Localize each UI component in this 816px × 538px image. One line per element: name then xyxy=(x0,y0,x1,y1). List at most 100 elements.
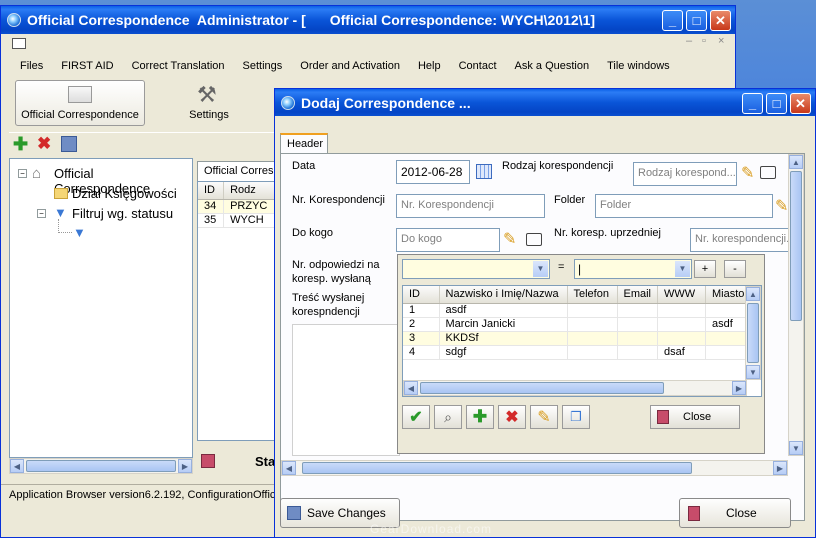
scroll-left-icon[interactable]: ◀ xyxy=(404,381,418,395)
folder-edit-pencil-icon[interactable]: ✎ xyxy=(775,196,788,216)
main-titlebar[interactable]: Official Correspondence Administrator - … xyxy=(1,6,735,34)
tresc-textarea[interactable] xyxy=(292,324,400,456)
filter-add-button[interactable]: + xyxy=(694,260,716,278)
tree-expander-filter[interactable]: − xyxy=(37,209,46,218)
maximize-button[interactable]: □ xyxy=(686,10,707,31)
col-id[interactable]: ID xyxy=(403,286,440,304)
tree-hscroll[interactable]: ◀ ▶ xyxy=(9,458,193,474)
calendar-icon[interactable] xyxy=(476,164,492,179)
col-id[interactable]: ID xyxy=(198,182,225,200)
rodzaj-field[interactable]: Rodzaj korespond... xyxy=(633,162,737,186)
dialog-close-footer-button[interactable]: Close xyxy=(679,498,791,528)
nr-koresp-field[interactable]: Nr. Korespondencji xyxy=(396,194,545,218)
delete-icon[interactable]: ✖ xyxy=(37,134,51,154)
cell-id: 1 xyxy=(403,303,440,318)
dialog-minimize-button[interactable]: _ xyxy=(742,93,763,114)
dialog-close-button[interactable]: ✕ xyxy=(790,93,811,114)
col-nazwisko[interactable]: Nazwisko i Imię/Nazwa xyxy=(439,286,568,304)
tree-scroll-left-icon[interactable]: ◀ xyxy=(10,459,24,473)
add-contact-button[interactable]: ✚ xyxy=(466,405,494,429)
tree-panel: − ⌂ Official Correspondence Dział Księgo… xyxy=(9,158,193,458)
copy-contact-button[interactable]: ❐ xyxy=(562,405,590,429)
exit-door-icon xyxy=(657,410,669,424)
dialog-scroll-left-icon[interactable]: ◀ xyxy=(282,461,296,475)
tree-item-filter[interactable]: Filtruj wg. statusu xyxy=(72,206,173,221)
label-folder: Folder xyxy=(554,194,586,206)
col-rodz[interactable]: Rodz xyxy=(223,182,276,200)
table-row[interactable]: 1 asdf xyxy=(403,303,752,318)
menu-first-aid[interactable]: FIRST AID xyxy=(52,56,122,76)
col-email[interactable]: Email xyxy=(617,286,659,304)
dodaj-dialog: Dodaj Correspondence ... _ □ ✕ Header Da… xyxy=(274,88,816,538)
official-correspondence-toolbar-button[interactable]: Official Correspondence xyxy=(15,80,145,126)
dialog-vscroll-thumb[interactable] xyxy=(790,171,802,321)
popup-close-button[interactable]: Close xyxy=(650,405,740,429)
dialog-hscroll-thumb[interactable] xyxy=(302,462,692,474)
menu-correct-translation[interactable]: Correct Translation xyxy=(123,56,234,76)
rodzaj-clear-icon[interactable] xyxy=(760,166,776,179)
table-row[interactable]: 34 PRZYC xyxy=(198,199,276,214)
cell-nazwisko: KKDSf xyxy=(439,331,568,346)
scroll-up-icon[interactable]: ▲ xyxy=(746,287,760,301)
confirm-button[interactable]: ✔ xyxy=(402,405,430,429)
table-row[interactable]: 2 Marcin Janicki asdf xyxy=(403,317,752,332)
col-telefon[interactable]: Telefon xyxy=(567,286,618,304)
add-icon[interactable]: ✚ xyxy=(13,134,28,155)
table-row[interactable]: 35 WYCH xyxy=(198,213,276,228)
col-www[interactable]: WWW xyxy=(657,286,707,304)
edit-contact-button[interactable]: ✎ xyxy=(530,405,558,429)
menu-ask-question[interactable]: Ask a Question xyxy=(506,56,599,76)
search-button[interactable]: ⌕ xyxy=(434,405,462,429)
settings-toolbar-label: Settings xyxy=(189,109,229,121)
menu-tile-windows[interactable]: Tile windows xyxy=(598,56,679,76)
inner-tab[interactable]: Official Corres xyxy=(197,161,277,181)
settings-toolbar-button[interactable]: ⚒ Settings xyxy=(181,80,237,126)
folder-field[interactable]: Folder xyxy=(595,194,773,218)
tree-scroll-thumb[interactable] xyxy=(26,460,176,472)
filter-remove-button[interactable]: - xyxy=(724,260,746,278)
filter-value-select[interactable]: | ▼ xyxy=(574,259,692,279)
menu-help[interactable]: Help xyxy=(409,56,450,76)
dialog-titlebar[interactable]: Dodaj Correspondence ... _ □ ✕ xyxy=(275,89,815,116)
close-button[interactable]: ✕ xyxy=(710,10,731,31)
scroll-down-icon[interactable]: ▼ xyxy=(746,365,760,379)
do-kogo-field[interactable]: Do kogo xyxy=(396,228,500,252)
cell-telefon xyxy=(567,303,618,318)
tree-scroll-right-icon[interactable]: ▶ xyxy=(178,459,192,473)
popup-grid-hscroll[interactable]: ◀ ▶ xyxy=(403,380,747,396)
delete-contact-button[interactable]: ✖ xyxy=(498,405,526,429)
rodzaj-edit-pencil-icon[interactable]: ✎ xyxy=(741,163,754,183)
do-kogo-clear-icon[interactable] xyxy=(526,233,542,246)
menu-settings[interactable]: Settings xyxy=(234,56,292,76)
menu-contact[interactable]: Contact xyxy=(450,56,506,76)
tree-expander-root[interactable]: − xyxy=(18,169,27,178)
save-disk-icon[interactable] xyxy=(61,136,77,152)
chevron-down-icon: ▼ xyxy=(533,261,548,277)
popup-hscroll-thumb[interactable] xyxy=(420,382,664,394)
dialog-scroll-right-icon[interactable]: ▶ xyxy=(773,461,787,475)
dialog-hscroll[interactable]: ◀ ▶ xyxy=(281,460,788,476)
tree-item-dzial[interactable]: Dział Księgowości xyxy=(72,186,177,201)
minimize-button[interactable]: _ xyxy=(662,10,683,31)
scroll-right-icon[interactable]: ▶ xyxy=(732,381,746,395)
table-row[interactable]: 4 sdgf dsaf xyxy=(403,345,752,360)
filter-column-select[interactable]: ▼ xyxy=(402,259,550,279)
exit-icon[interactable] xyxy=(201,454,215,468)
dialog-scroll-up-icon[interactable]: ▲ xyxy=(789,155,803,169)
do-kogo-edit-pencil-icon[interactable]: ✎ xyxy=(503,229,516,249)
copy-icon: ❐ xyxy=(570,409,582,424)
dialog-scroll-down-icon[interactable]: ▼ xyxy=(789,441,803,455)
nr-uprzedniej-field[interactable]: Nr. korespondencji. xyxy=(690,228,790,252)
mdi-minimize-icon[interactable]: – xyxy=(686,35,692,47)
menu-order-activation[interactable]: Order and Activation xyxy=(291,56,409,76)
mdi-close-icon[interactable]: × xyxy=(718,35,724,47)
popup-grid-vscroll[interactable]: ▲ ▼ xyxy=(745,286,761,380)
table-row[interactable]: 3 KKDSf xyxy=(403,331,752,346)
dialog-vscroll[interactable]: ▲ ▼ xyxy=(788,154,804,456)
menu-files[interactable]: Files xyxy=(11,56,52,76)
tab-header[interactable]: Header xyxy=(280,133,328,153)
date-field[interactable]: 2012-06-28 xyxy=(396,160,470,184)
dialog-maximize-button[interactable]: □ xyxy=(766,93,787,114)
mdi-restore-icon[interactable]: ▫ xyxy=(702,35,706,47)
popup-vscroll-thumb[interactable] xyxy=(747,303,759,363)
